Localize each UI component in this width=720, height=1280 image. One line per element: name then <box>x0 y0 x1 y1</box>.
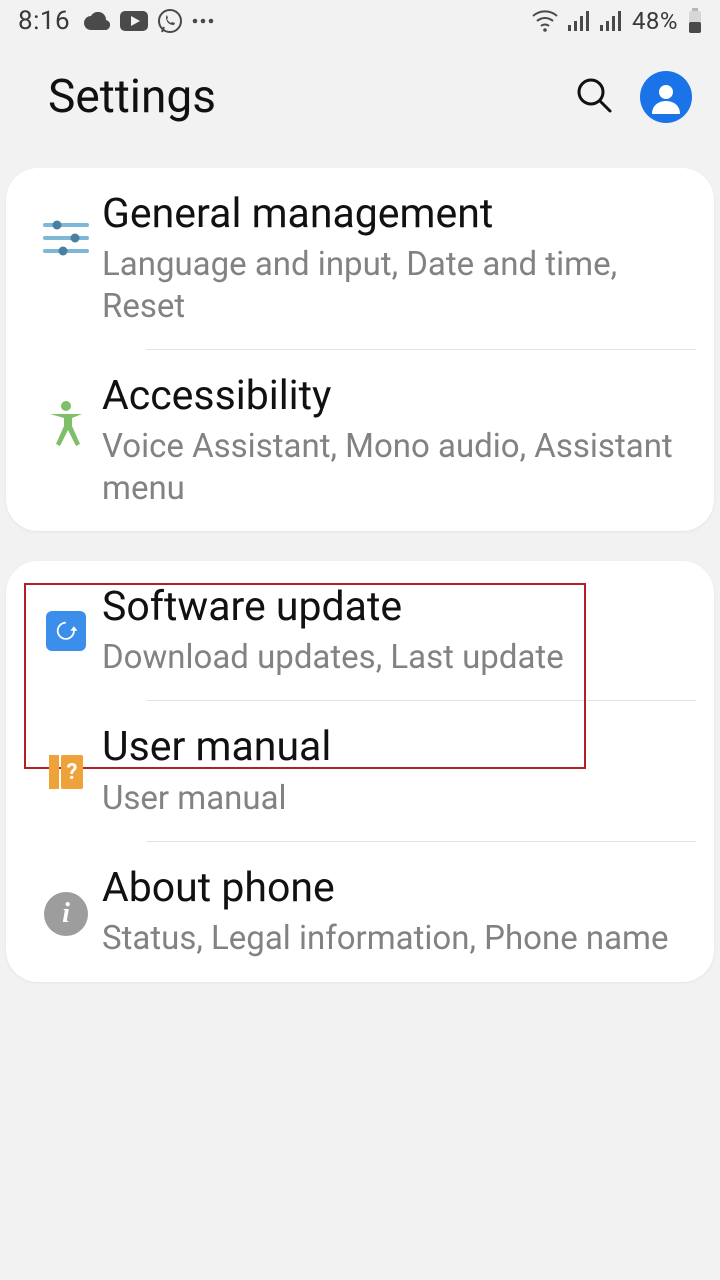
status-right: 48% <box>532 7 702 35</box>
item-title: User manual <box>102 723 680 771</box>
item-title: Software update <box>102 583 680 631</box>
item-about-phone[interactable]: i About phone Status, Legal information,… <box>6 842 714 982</box>
item-subtitle: Download updates, Last update <box>102 637 680 678</box>
item-subtitle: Status, Legal information, Phone name <box>102 918 680 959</box>
settings-group-2: Software update Download updates, Last u… <box>6 561 714 982</box>
item-title: Accessibility <box>102 372 680 420</box>
accessibility-icon <box>30 372 102 446</box>
item-general-management[interactable]: General management Language and input, D… <box>6 168 714 349</box>
battery-percentage: 48% <box>632 7 678 35</box>
status-bar: 8:16 48% <box>0 0 720 42</box>
wifi-icon <box>532 10 558 32</box>
book-icon: ? <box>30 723 102 793</box>
header: Settings <box>0 42 720 168</box>
item-subtitle: Voice Assistant, Mono audio, Assistant m… <box>102 426 680 509</box>
header-actions <box>574 71 692 123</box>
signal-1-icon <box>568 11 590 31</box>
update-icon <box>30 583 102 651</box>
svg-text:?: ? <box>67 760 78 785</box>
sliders-icon <box>30 190 102 258</box>
item-accessibility[interactable]: Accessibility Voice Assistant, Mono audi… <box>6 350 714 531</box>
item-subtitle: Language and input, Date and time, Reset <box>102 244 680 327</box>
profile-avatar[interactable] <box>640 71 692 123</box>
signal-2-icon <box>600 11 622 31</box>
more-dots-icon <box>192 18 214 24</box>
search-icon[interactable] <box>574 75 614 119</box>
item-subtitle: User manual <box>102 778 680 819</box>
item-software-update[interactable]: Software update Download updates, Last u… <box>6 561 714 701</box>
youtube-icon <box>120 11 148 31</box>
battery-icon <box>688 8 702 34</box>
cloud-icon <box>84 12 110 30</box>
item-user-manual[interactable]: ? User manual User manual <box>6 701 714 841</box>
status-left: 8:16 <box>18 6 214 36</box>
item-title: About phone <box>102 864 680 912</box>
page-title: Settings <box>48 70 574 124</box>
info-icon: i <box>30 864 102 936</box>
status-clock: 8:16 <box>18 6 70 36</box>
settings-group-1: General management Language and input, D… <box>6 168 714 531</box>
whatsapp-icon <box>158 9 182 33</box>
item-title: General management <box>102 190 680 238</box>
